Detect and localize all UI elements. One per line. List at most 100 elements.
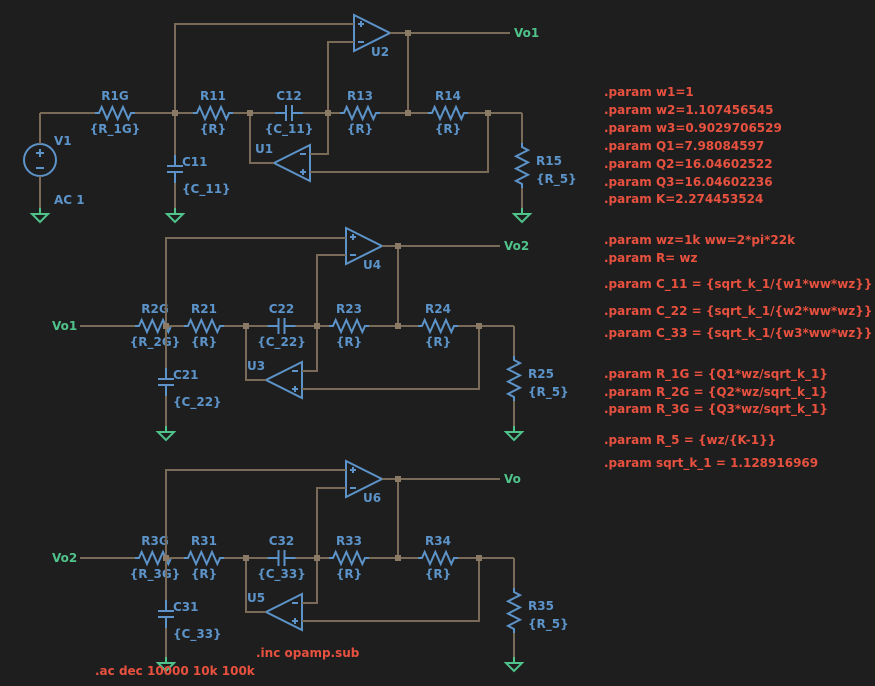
series-resistor-4-value: {R}	[425, 567, 451, 581]
series-capacitor-value: {C_11}	[265, 122, 314, 137]
output-net-label: Vo	[504, 472, 521, 486]
series-resistor-3-value: {R}	[336, 335, 362, 349]
load-resistor-value: {R_5}	[528, 385, 569, 400]
series-capacitor-ref: C32	[269, 534, 295, 548]
series-resistor-4	[428, 104, 468, 122]
wire	[310, 113, 489, 173]
junction	[405, 110, 411, 116]
input-resistor-ref: R3G	[141, 534, 168, 548]
series-resistor-4-ref: R34	[425, 534, 451, 548]
junction	[172, 110, 178, 116]
wire	[302, 558, 480, 622]
ground-symbol	[155, 426, 177, 442]
voltage-source-ref: V1	[54, 134, 72, 148]
opamp-input-signs	[292, 602, 298, 624]
voltage-source-value: AC 1	[54, 193, 85, 207]
series-resistor-3	[340, 104, 380, 122]
spice-param-directive: .param sqrt_k_1 = 1.128916969	[604, 456, 818, 471]
spice-param-directive: .param Q3=16.04602236	[604, 175, 773, 189]
load-resistor-ref: R25	[528, 367, 554, 381]
series-resistor-4	[418, 549, 458, 567]
junction	[485, 110, 491, 116]
input-resistor-value: {R_2G}	[130, 335, 181, 350]
junction	[395, 476, 401, 482]
shunt-capacitor	[167, 155, 183, 183]
load-resistor	[505, 588, 523, 633]
input-net-label: Vo2	[52, 551, 77, 565]
spice-param-directive: .param R= wz	[604, 251, 698, 265]
junction	[395, 243, 401, 249]
opamp-input-signs	[300, 153, 306, 175]
load-resistor	[505, 356, 523, 401]
spice-param-directive: .param C_33 = {sqrt_k_1/{w3*ww*wz}}	[604, 326, 872, 341]
junction	[314, 323, 320, 329]
opamp-b-ref: U1	[255, 142, 273, 156]
opamp-a-ref: U2	[371, 45, 389, 59]
series-resistor-1	[184, 317, 224, 335]
input-resistor-ref: R1G	[101, 89, 128, 103]
junction	[243, 323, 249, 329]
series-resistor-1-value: {R}	[200, 122, 226, 136]
input-net-label: Vo1	[52, 319, 77, 333]
ac-analysis-directive: .ac dec 10000 10k 100k	[95, 664, 256, 678]
ground-symbol	[29, 208, 51, 224]
ground-symbol	[503, 426, 525, 442]
shunt-capacitor	[158, 368, 174, 396]
opamp-a-ref: U4	[363, 258, 381, 272]
spice-param-directive: .param R_5 = {wz/{K-1}}	[604, 433, 776, 448]
opamp-input-signs	[292, 370, 298, 392]
load-resistor-ref: R15	[536, 154, 562, 168]
input-resistor-ref: R2G	[141, 302, 168, 316]
spice-param-directive: .param wz=1k ww=2*pi*22k	[604, 233, 796, 247]
opamp-b-ref: U5	[247, 591, 265, 605]
spice-param-directive: .param w2=1.107456545	[604, 103, 774, 117]
spice-param-directive: .param Q1=7.98084597	[604, 139, 764, 153]
ground-symbol	[511, 208, 533, 224]
series-resistor-3	[329, 317, 369, 335]
load-resistor-value: {R_5}	[536, 172, 577, 187]
series-resistor-4-ref: R14	[435, 89, 461, 103]
include-directive: .inc opamp.sub	[256, 646, 360, 660]
junction	[243, 555, 249, 561]
opamp-input-signs	[350, 467, 356, 489]
series-resistor-1-value: {R}	[191, 567, 217, 581]
series-resistor-4	[418, 317, 458, 335]
spice-param-directive: .param R_1G = {Q1*wz/sqrt_k_1}	[604, 367, 828, 382]
junction	[476, 323, 482, 329]
schematic-svg: R1G {R_1G} R11 {R} C12 {C_11} R13 {R} R14 {R} R15 {…	[23, 13, 872, 678]
opamp-input-signs	[358, 21, 364, 43]
spice-param-directive: .param C_11 = {sqrt_k_1/{w1*ww*wz}}	[604, 277, 872, 292]
series-resistor-1-ref: R11	[200, 89, 226, 103]
series-capacitor-value: {C_33}	[257, 567, 306, 582]
load-resistor-value: {R_5}	[528, 617, 569, 632]
opamp-0-b	[271, 143, 311, 183]
series-resistor-3-ref: R13	[347, 89, 373, 103]
junction	[325, 110, 331, 116]
series-capacitor	[267, 318, 296, 334]
junction	[247, 110, 253, 116]
junction	[163, 323, 169, 329]
spice-param-directive: .param Q2=16.04602522	[604, 157, 773, 171]
opamp-a-ref: U6	[363, 491, 381, 505]
opamp-b-ref: U3	[247, 359, 265, 373]
series-capacitor	[267, 550, 296, 566]
shunt-capacitor-ref: C11	[182, 155, 208, 169]
shunt-capacitor	[158, 600, 174, 628]
output-net-label: Vo1	[514, 26, 539, 40]
series-resistor-3-value: {R}	[336, 567, 362, 581]
voltage-source	[23, 143, 57, 177]
series-resistor-4-value: {R}	[435, 122, 461, 136]
series-capacitor-ref: C22	[269, 302, 295, 316]
shunt-capacitor-value: {C_22}	[173, 395, 222, 410]
junction	[405, 30, 411, 36]
series-resistor-3-value: {R}	[347, 122, 373, 136]
series-capacitor-ref: C12	[276, 89, 302, 103]
junction	[395, 323, 401, 329]
junction	[476, 555, 482, 561]
series-resistor-3	[329, 549, 369, 567]
opamp-2-b	[263, 592, 303, 632]
series-resistor-1	[193, 104, 233, 122]
spice-param-directive: .param w1=1	[604, 85, 694, 99]
junction	[314, 555, 320, 561]
junction	[163, 555, 169, 561]
